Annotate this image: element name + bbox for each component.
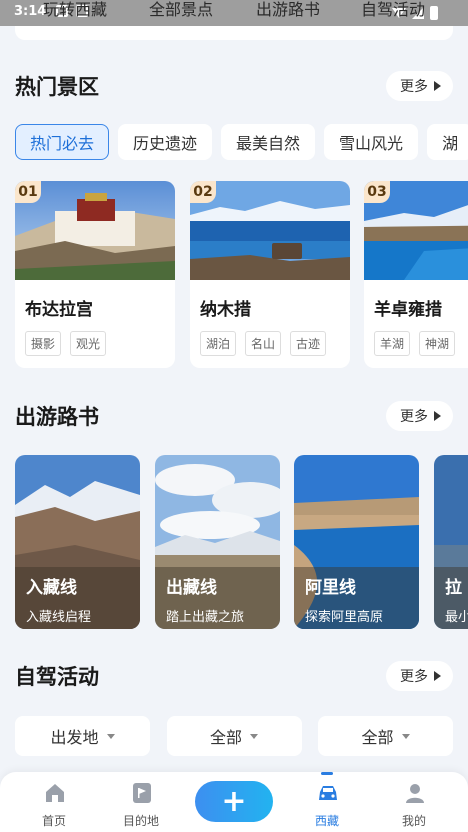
category-chips: 热门必去 历史遗迹 最美自然 雪山风光 湖 <box>15 124 468 162</box>
more-label: 更多 <box>400 79 428 95</box>
bottom-tab-bar: 首页 目的地 + 西藏 我的 <box>0 772 468 832</box>
spot-tag: 摄影 <box>25 331 62 356</box>
chip-snow-mountain[interactable]: 雪山风光 <box>324 124 419 160</box>
route-subtitle: 入藏线启程 <box>26 610 92 625</box>
chip-nature[interactable]: 最美自然 <box>221 124 316 160</box>
section-title: 自驾活动 <box>15 665 99 689</box>
caret-down-icon <box>401 733 410 739</box>
filter-label: 出发地 <box>50 728 99 747</box>
route-card[interactable]: 拉 最小 <box>434 455 468 629</box>
home-icon <box>46 784 64 802</box>
filter-label: 全部 <box>361 728 394 747</box>
rank-badge: 03 <box>364 181 390 203</box>
section-title: 出游路书 <box>15 405 99 429</box>
car-icon <box>319 786 337 800</box>
tab-label: 目的地 <box>122 814 159 828</box>
more-button[interactable]: 更多 <box>386 661 453 691</box>
tab-mine[interactable]: 我的 <box>379 772 449 832</box>
route-name: 出藏线 <box>166 578 217 598</box>
plus-icon: + <box>221 783 247 819</box>
top-tab-routes[interactable]: 出游路书 <box>256 0 320 20</box>
arrow-right-icon <box>434 411 441 421</box>
arrow-right-icon <box>434 671 441 681</box>
spot-tag: 名山 <box>245 331 282 356</box>
user-icon <box>406 784 424 803</box>
more-label: 更多 <box>400 409 428 425</box>
route-subtitle: 探索阿里高原 <box>305 610 384 625</box>
hot-spots-header: 热门景区 更多 <box>15 70 453 102</box>
route-card-list: 入藏线 入藏线启程 出藏线 踏上出藏之旅 阿里线 探索阿里高原 拉 最小 <box>15 455 468 629</box>
route-name: 拉 <box>445 578 462 598</box>
route-card[interactable]: 阿里线 探索阿里高原 <box>294 455 419 629</box>
chip-hot[interactable]: 热门必去 <box>15 124 110 160</box>
drive-filters: 出发地 全部 全部 <box>15 716 453 756</box>
spot-card[interactable]: 01 布达拉宫 摄影 观光 <box>15 181 175 368</box>
spot-card[interactable]: 02 纳木措 湖泊 名山 古迹 <box>190 181 350 368</box>
more-button[interactable]: 更多 <box>386 401 453 431</box>
tab-label: 我的 <box>401 814 426 828</box>
spot-tag: 观光 <box>70 331 107 356</box>
spot-name: 布达拉宫 <box>25 300 93 320</box>
top-tab-bar: 玩转西藏 全部景点 出游路书 自驾活动 <box>0 0 468 26</box>
route-name: 入藏线 <box>26 578 77 598</box>
date-filter[interactable]: 全部 <box>318 716 453 756</box>
chip-lake[interactable]: 湖 <box>427 124 468 160</box>
departure-filter[interactable]: 出发地 <box>15 716 150 756</box>
add-button[interactable]: + <box>195 781 273 822</box>
caret-down-icon <box>250 733 258 739</box>
chip-history[interactable]: 历史遗迹 <box>118 124 213 160</box>
top-tab-play-tibet[interactable]: 玩转西藏 <box>43 0 107 20</box>
top-tab-drive[interactable]: 自驾活动 <box>361 0 425 20</box>
rank-badge: 01 <box>15 181 41 203</box>
spot-card[interactable]: 03 羊卓雍措 羊湖 神湖 <box>364 181 468 368</box>
more-button[interactable]: 更多 <box>386 71 453 101</box>
routes-header: 出游路书 更多 <box>15 400 453 432</box>
caret-down-icon <box>106 733 115 739</box>
spot-tag: 湖泊 <box>200 331 237 356</box>
drive-header: 自驾活动 更多 <box>15 660 453 692</box>
tab-home[interactable]: 首页 <box>19 772 89 832</box>
route-subtitle: 踏上出藏之旅 <box>166 610 245 625</box>
map-flag-icon <box>133 783 151 803</box>
arrow-right-icon <box>434 81 441 91</box>
tab-label: 首页 <box>41 814 66 828</box>
route-card[interactable]: 出藏线 踏上出藏之旅 <box>155 455 280 629</box>
route-name: 阿里线 <box>305 578 356 598</box>
rank-badge: 02 <box>190 181 216 203</box>
spot-name: 纳木措 <box>200 300 251 320</box>
more-label: 更多 <box>400 669 428 685</box>
route-card[interactable]: 入藏线 入藏线启程 <box>15 455 140 629</box>
route-subtitle: 最小 <box>445 610 468 625</box>
section-title: 热门景区 <box>15 75 99 99</box>
spot-tag: 神湖 <box>419 331 456 356</box>
top-tab-all-spots[interactable]: 全部景点 <box>149 0 213 20</box>
spot-name: 羊卓雍措 <box>374 300 442 320</box>
tab-destination[interactable]: 目的地 <box>106 772 176 832</box>
spot-tag: 古迹 <box>290 331 327 356</box>
tab-label: 西藏 <box>314 814 339 828</box>
spot-tag: 羊湖 <box>374 331 411 356</box>
filter-label: 全部 <box>209 728 242 747</box>
category-filter[interactable]: 全部 <box>166 716 302 756</box>
tab-tibet[interactable]: 西藏 <box>292 772 362 832</box>
spot-card-list: 01 布达拉宫 摄影 观光 02 纳木措 湖泊 名山 古迹 03 羊卓雍措 羊湖… <box>15 181 468 369</box>
